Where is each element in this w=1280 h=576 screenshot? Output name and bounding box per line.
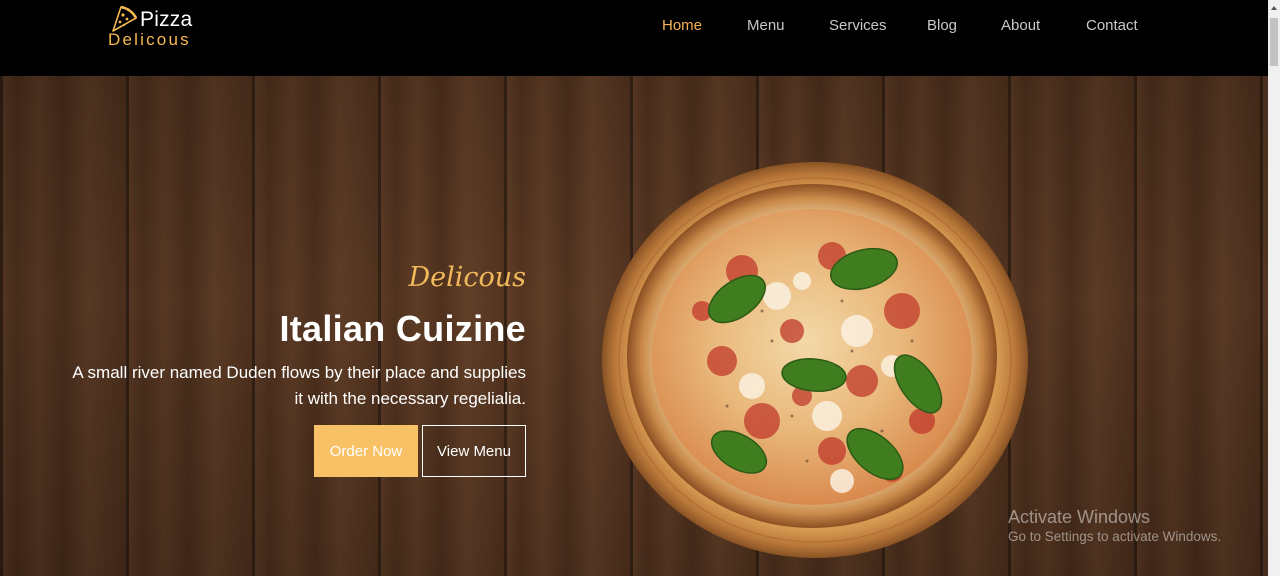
order-now-button[interactable]: Order Now [314,425,418,477]
nav-blog[interactable]: Blog [927,17,957,34]
view-menu-button[interactable]: View Menu [422,425,526,477]
watermark-title: Activate Windows [1008,507,1151,527]
main-nav: Home Menu Services Blog About Contact [0,17,1268,41]
scroll-up-arrow-icon[interactable] [1270,4,1278,12]
hero-description: A small river named Duden flows by their… [72,363,526,408]
nav-services[interactable]: Services [829,17,887,34]
nav-menu[interactable]: Menu [747,17,785,34]
hero-section: Delicous Italian Cuizine A small river n… [0,76,1268,576]
windows-activation-watermark: Activate Windows Go to Settings to activ… [1008,507,1221,544]
watermark-subtitle: Go to Settings to activate Windows. [1008,529,1222,544]
nav-home[interactable]: Home [662,17,702,34]
nav-contact[interactable]: Contact [1086,17,1138,34]
vertical-scrollbar[interactable] [1268,0,1280,576]
navbar: Pizza Delicous Home Menu Services Blog A… [0,0,1268,76]
hero-heading: Italian Cuizine [279,308,526,349]
hero-subheading: Delicous [408,262,526,293]
pizza-image [602,162,1028,558]
scrollbar-thumb[interactable] [1270,18,1278,66]
nav-about[interactable]: About [1001,17,1040,34]
